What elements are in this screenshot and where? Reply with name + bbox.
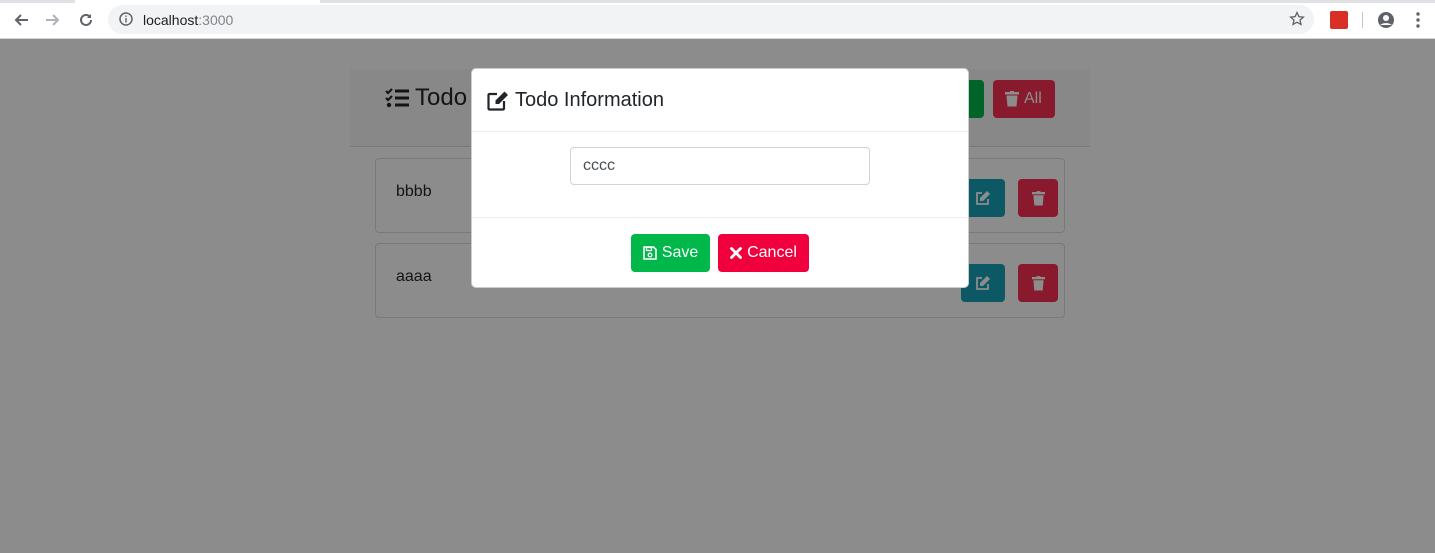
forward-icon[interactable] <box>43 10 63 30</box>
todo-information-modal: Todo Information Save Cancel <box>471 68 969 288</box>
cancel-label: Cancel <box>747 244 797 261</box>
save-button[interactable]: Save <box>631 234 710 272</box>
modal-title: Todo Information <box>487 89 664 112</box>
toolbar-divider <box>1362 12 1363 28</box>
url-port: :3000 <box>198 12 234 28</box>
modal-header: Todo Information <box>472 69 968 132</box>
save-icon <box>642 246 657 260</box>
reload-icon[interactable] <box>76 10 96 30</box>
modal-body <box>472 132 968 218</box>
cancel-button[interactable]: Cancel <box>718 234 809 272</box>
save-label: Save <box>661 244 699 261</box>
modal-footer: Save Cancel <box>472 218 968 288</box>
info-icon[interactable] <box>119 12 133 26</box>
address-bar[interactable]: localhost:3000 <box>108 5 1314 34</box>
close-icon <box>730 247 742 259</box>
bookmark-star-icon[interactable] <box>1289 11 1305 27</box>
url-text: localhost:3000 <box>143 12 233 28</box>
kebab-menu-icon[interactable] <box>1413 11 1423 29</box>
browser-toolbar: localhost:3000 <box>0 0 1435 39</box>
tab-strip <box>0 0 1435 3</box>
back-icon[interactable] <box>11 10 31 30</box>
url-host: localhost <box>143 12 199 28</box>
todo-text-input[interactable] <box>570 147 870 185</box>
profile-icon[interactable] <box>1377 11 1395 29</box>
extension-icon[interactable] <box>1330 11 1348 29</box>
edit-icon <box>487 91 508 111</box>
modal-title-text: Todo Information <box>515 89 664 111</box>
active-tab[interactable] <box>75 0 320 3</box>
